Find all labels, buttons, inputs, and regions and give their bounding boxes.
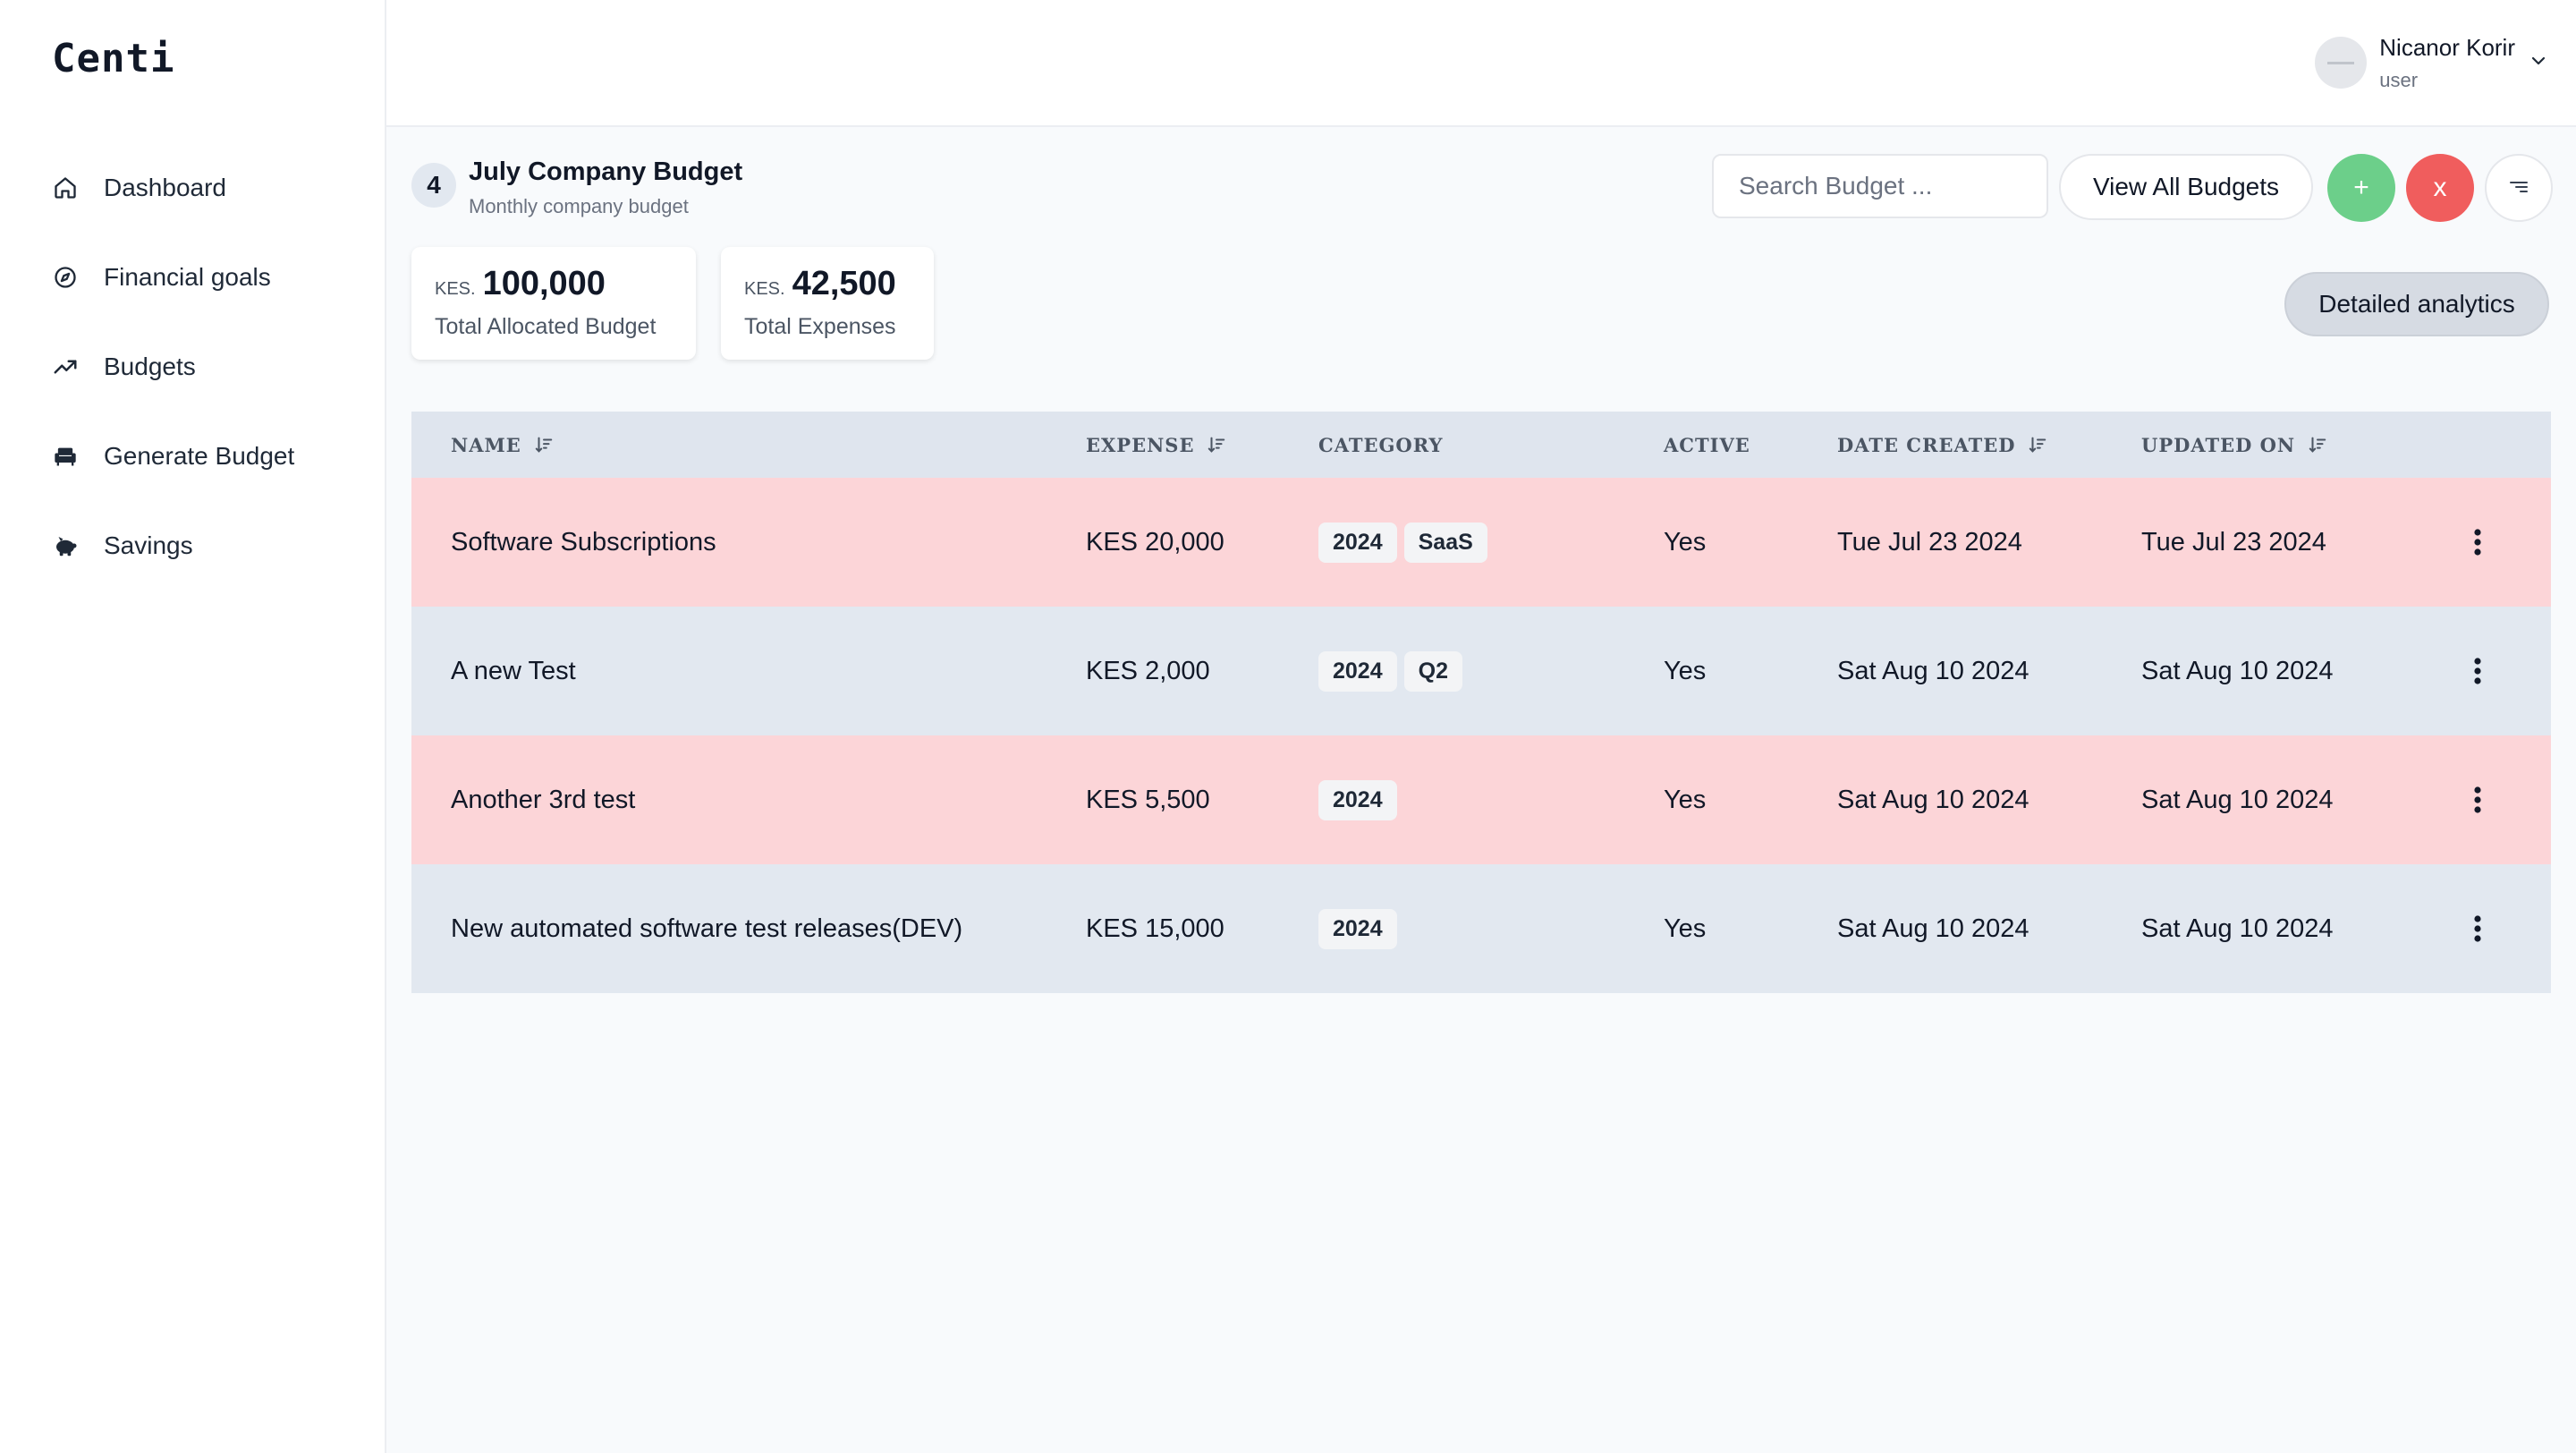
user-name: Nicanor Korir xyxy=(2379,33,2515,61)
sidebar-item-label: Generate Budget xyxy=(104,442,295,470)
row-menu-icon[interactable] xyxy=(2460,864,2496,993)
budget-table: NAME EXPENSE CATEGORY ACTIVE DATE CREATE… xyxy=(411,412,2551,993)
sidebar-item-dashboard[interactable]: Dashboard xyxy=(0,143,386,233)
cell-name: A new Test xyxy=(451,656,576,685)
page-title: July Company Budget xyxy=(469,157,743,186)
chevron-down-icon[interactable] xyxy=(2528,50,2549,76)
sort-icon[interactable] xyxy=(534,435,554,455)
cell-category: 2024 SaaS xyxy=(1318,478,1495,607)
column-header-expense[interactable]: EXPENSE xyxy=(1086,412,1226,478)
cell-expense: KES 20,000 xyxy=(1086,527,1224,557)
cell-date-created: Sat Aug 10 2024 xyxy=(1837,785,2029,814)
trending-up-icon xyxy=(52,353,79,380)
sidebar: Centi Dashboard Financial goals Budgets … xyxy=(0,0,386,1453)
cell-expense: KES 5,500 xyxy=(1086,785,1210,814)
category-tag: 2024 xyxy=(1318,650,1397,692)
sidebar-item-budgets[interactable]: Budgets xyxy=(0,322,386,412)
cell-name: Another 3rd test xyxy=(451,785,636,814)
sidebar-item-financial-goals[interactable]: Financial goals xyxy=(0,233,386,322)
sidebar-item-label: Financial goals xyxy=(104,263,271,291)
table-header: NAME EXPENSE CATEGORY ACTIVE DATE CREATE… xyxy=(411,412,2551,478)
user-menu[interactable]: Nicanor Korir user xyxy=(2315,27,2549,98)
category-tag: Q2 xyxy=(1403,650,1462,692)
cell-category: 2024 Q2 xyxy=(1318,607,1470,735)
expenses-amount: 42,500 xyxy=(792,265,896,302)
column-header-name[interactable]: NAME xyxy=(451,412,554,478)
column-header-category: CATEGORY xyxy=(1318,433,1444,456)
category-tag: SaaS xyxy=(1403,522,1487,563)
cell-updated-on: Sat Aug 10 2024 xyxy=(2141,656,2334,685)
allocated-budget-card: KES. 100,000 Total Allocated Budget xyxy=(411,247,696,360)
avatar[interactable] xyxy=(2315,37,2368,89)
app-logo[interactable]: Centi xyxy=(52,36,174,81)
category-tag: 2024 xyxy=(1318,779,1397,820)
close-button[interactable]: x xyxy=(2406,154,2474,222)
page-subtitle: Monthly company budget xyxy=(469,195,689,217)
currency-label: KES. xyxy=(435,279,476,299)
category-tag: 2024 xyxy=(1318,522,1397,563)
cell-date-created: Tue Jul 23 2024 xyxy=(1837,527,2022,557)
search-input[interactable] xyxy=(1712,154,2048,218)
home-icon xyxy=(52,174,79,201)
sidebar-item-label: Savings xyxy=(104,531,193,559)
add-button[interactable]: + xyxy=(2327,154,2395,222)
cell-category: 2024 xyxy=(1318,864,1404,993)
column-header-updated-on[interactable]: UPDATED ON xyxy=(2141,412,2327,478)
cell-active: Yes xyxy=(1664,656,1707,685)
cell-name: New automated software test releases(DEV… xyxy=(451,913,963,943)
sidebar-item-label: Dashboard xyxy=(104,174,226,201)
table-row[interactable]: A new Test KES 2,000 2024 Q2 Yes Sat Aug… xyxy=(411,607,2551,735)
table-row[interactable]: Another 3rd test KES 5,500 2024 Yes Sat … xyxy=(411,735,2551,864)
sidebar-item-savings[interactable]: Savings xyxy=(0,501,386,591)
budget-count-badge: 4 xyxy=(411,163,456,208)
view-all-budgets-button[interactable]: View All Budgets xyxy=(2059,154,2313,220)
sidebar-item-label: Budgets xyxy=(104,353,196,380)
allocated-caption: Total Allocated Budget xyxy=(435,314,657,339)
allocated-amount: 100,000 xyxy=(482,265,606,302)
sort-icon[interactable] xyxy=(2308,435,2327,455)
cell-name: Software Subscriptions xyxy=(451,527,716,557)
expenses-caption: Total Expenses xyxy=(744,314,896,339)
row-menu-icon[interactable] xyxy=(2460,478,2496,607)
total-expenses-card: KES. 42,500 Total Expenses xyxy=(721,247,934,360)
detailed-analytics-button[interactable]: Detailed analytics xyxy=(2284,272,2549,336)
sofa-icon xyxy=(52,443,79,470)
cell-updated-on: Sat Aug 10 2024 xyxy=(2141,913,2334,943)
cell-active: Yes xyxy=(1664,913,1707,943)
cell-expense: KES 15,000 xyxy=(1086,913,1224,943)
table-row[interactable]: New automated software test releases(DEV… xyxy=(411,864,2551,993)
cell-date-created: Sat Aug 10 2024 xyxy=(1837,913,2029,943)
category-tag: 2024 xyxy=(1318,908,1397,949)
user-info: Nicanor Korir user xyxy=(2379,34,2515,92)
row-menu-icon[interactable] xyxy=(2460,735,2496,864)
cell-category: 2024 xyxy=(1318,735,1404,864)
sidebar-nav: Dashboard Financial goals Budgets Genera… xyxy=(0,143,386,591)
cell-updated-on: Sat Aug 10 2024 xyxy=(2141,785,2334,814)
currency-label: KES. xyxy=(744,279,785,299)
top-header: Nicanor Korir user xyxy=(386,0,2576,127)
filter-lines-icon xyxy=(2508,173,2529,203)
column-header-date-created[interactable]: DATE CREATED xyxy=(1837,412,2047,478)
cell-active: Yes xyxy=(1664,527,1707,557)
sort-icon[interactable] xyxy=(1207,435,1226,455)
cell-active: Yes xyxy=(1664,785,1707,814)
sidebar-item-generate-budget[interactable]: Generate Budget xyxy=(0,412,386,501)
column-header-active: ACTIVE xyxy=(1664,433,1750,456)
cell-updated-on: Tue Jul 23 2024 xyxy=(2141,527,2326,557)
cell-date-created: Sat Aug 10 2024 xyxy=(1837,656,2029,685)
row-menu-icon[interactable] xyxy=(2460,607,2496,735)
sort-icon[interactable] xyxy=(2028,435,2047,455)
cell-expense: KES 2,000 xyxy=(1086,656,1210,685)
piggy-bank-icon xyxy=(52,532,79,559)
user-role: user xyxy=(2379,68,2419,91)
filter-button[interactable] xyxy=(2485,154,2553,222)
table-row[interactable]: Software Subscriptions KES 20,000 2024 S… xyxy=(411,478,2551,607)
compass-icon xyxy=(52,264,79,291)
